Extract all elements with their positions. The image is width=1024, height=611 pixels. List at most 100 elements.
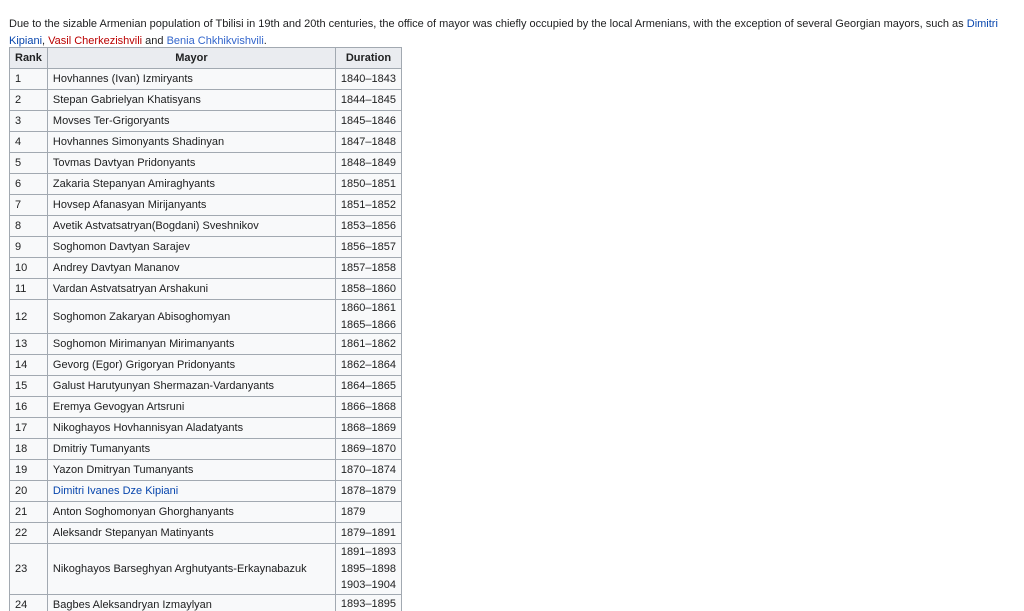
table-row: 4 Hovhannes Simonyants Shadinyan 1847–1848: [9, 131, 402, 153]
mayor-cell: Bagbes Aleksandryan Izmaylyan: [46, 593, 336, 611]
intro-period: .: [263, 34, 267, 47]
rank-cell: 15: [9, 375, 48, 397]
duration-cell: 1893–1895: [334, 593, 402, 611]
table-row: 21 Anton Soghomonyan Ghorghanyants 1879: [9, 501, 402, 523]
table-row: 14 Gevorg (Egor) Grigoryan Pridonyants 186…: [9, 354, 402, 376]
mayor-cell: Soghomon Zakaryan Abisoghomyan: [46, 299, 336, 334]
duration-period: 1879: [340, 505, 366, 518]
header-duration: Duration: [334, 47, 402, 69]
table-row: 13 Soghomon Mirimanyan Mirimanyants 1861–1…: [9, 333, 402, 355]
rank-cell: 24: [9, 593, 48, 611]
duration-period: 1858–1860: [340, 282, 396, 295]
table-row: 19 Yazon Dmitryan Tumanyants 1870–1874: [9, 459, 402, 481]
table-row: 1 Hovhannes (Ivan) Izmiryants 1840–1843: [9, 68, 402, 90]
duration-period: 1851–1852: [340, 198, 396, 211]
mayor-cell: Dmitriy Tumanyants: [46, 438, 336, 460]
duration-period: 1869–1870: [340, 442, 396, 455]
duration-cell: 1864–1865: [334, 375, 402, 397]
table-row: 10 Andrey Davtyan Mananov 1857–1858: [9, 257, 402, 279]
duration-period: 1866–1868: [340, 400, 396, 413]
mayor-link[interactable]: Dimitri Ivanes Dze Kipiani: [53, 485, 178, 497]
table-row: 7 Hovsep Afanasyan Mirijanyants 1851–1852: [9, 194, 402, 216]
mayor-cell: Hovsep Afanasyan Mirijanyants: [46, 194, 336, 216]
duration-cell: 1879: [334, 501, 402, 523]
duration-cell: 1853–1856: [334, 215, 402, 237]
duration-period: 1853–1856: [340, 219, 396, 232]
duration-cell: 1850–1851: [334, 173, 402, 195]
duration-cell: 1870–1874: [334, 459, 402, 481]
rank-cell: 7: [9, 194, 48, 216]
rank-cell: 6: [9, 173, 48, 195]
table-row: 16 Eremya Gevogyan Artsruni 1866–1868: [9, 396, 402, 418]
mayor-cell: Nikoghayos Hovhannisyan Aladatyants: [46, 417, 336, 439]
mayors-table: Rank Mayor Duration 1 Hovhannes (Ivan) Iz…: [9, 47, 402, 611]
rank-cell: 22: [9, 522, 48, 544]
mayor-cell: Stepan Gabrielyan Khatisyans: [46, 89, 336, 111]
rank-cell: 14: [9, 354, 48, 376]
duration-cell: 1866–1868: [334, 396, 402, 418]
mayor-cell: Eremya Gevogyan Artsruni: [46, 396, 336, 418]
duration-period: 1893–1895: [340, 598, 396, 611]
rank-cell: 11: [9, 278, 48, 300]
link-benia-chkhikvishvili[interactable]: Benia Chkhikvishvili: [167, 35, 264, 47]
mayor-cell: Hovhannes Simonyants Shadinyan: [46, 131, 336, 153]
mayor-cell: Anton Soghomonyan Ghorghanyants: [46, 501, 336, 523]
duration-period: 1879–1891: [340, 526, 396, 539]
table-row: 15 Galust Harutyunyan Shermazan-Vardanyan…: [9, 375, 402, 397]
mayor-cell: Gevorg (Egor) Grigoryan Pridonyants: [46, 354, 336, 376]
intro-paragraph: Due to the sizable Armenian population o…: [9, 16, 1014, 49]
duration-cell: 1869–1870: [334, 438, 402, 460]
duration-cell: 1891–1893 1895–1898 1903–1904: [334, 543, 402, 595]
duration-cell: 1858–1860: [334, 278, 402, 300]
table-row: 5 Tovmas Davtyan Pridonyants 1848–1849: [9, 152, 402, 174]
rank-cell: 9: [9, 236, 48, 258]
mayor-cell: Dimitri Ivanes Dze Kipiani: [46, 480, 336, 502]
rank-cell: 8: [9, 215, 48, 237]
rank-cell: 1: [9, 68, 48, 90]
table-row: 2 Stepan Gabrielyan Khatisyans 1844–1845: [9, 89, 402, 111]
duration-period: 1878–1879: [340, 484, 396, 497]
article-page: Due to the sizable Armenian population o…: [0, 0, 1024, 611]
mayor-cell: Galust Harutyunyan Shermazan-Vardanyants: [46, 375, 336, 397]
table-row: 17 Nikoghayos Hovhannisyan Aladatyants 186…: [9, 417, 402, 439]
intro-separator: and: [142, 34, 167, 47]
duration-cell: 1878–1879: [334, 480, 402, 502]
duration-cell: 1862–1864: [334, 354, 402, 376]
duration-cell: 1856–1857: [334, 236, 402, 258]
mayor-cell: Nikoghayos Barseghyan Arghutyants-Erkayn…: [46, 543, 336, 595]
table-row: 3 Movses Ter-Grigoryants 1845–1846: [9, 110, 402, 132]
rank-cell: 17: [9, 417, 48, 439]
duration-cell: 1848–1849: [334, 152, 402, 174]
duration-period: 1847–1848: [340, 135, 396, 148]
mayor-cell: Avetik Astvatsatryan(Bogdani) Sveshnikov: [46, 215, 336, 237]
rank-cell: 21: [9, 501, 48, 523]
duration-cell: 1861–1862: [334, 333, 402, 355]
mayor-cell: Zakaria Stepanyan Amiraghyants: [46, 173, 336, 195]
mayor-cell: Vardan Astvatsatryan Arshakuni: [46, 278, 336, 300]
table-header-row: Rank Mayor Duration: [9, 47, 402, 69]
rank-cell: 13: [9, 333, 48, 355]
duration-period: 1845–1846: [340, 114, 396, 127]
duration-period: 1850–1851: [340, 177, 396, 190]
mayor-cell: Soghomon Davtyan Sarajev: [46, 236, 336, 258]
mayor-cell: Movses Ter-Grigoryants: [46, 110, 336, 132]
duration-period: 1861–1862: [340, 337, 396, 350]
intro-text: Due to the sizable Armenian population o…: [9, 18, 967, 30]
duration-period: 1895–1898: [340, 562, 396, 575]
duration-cell: 1844–1845: [334, 89, 402, 111]
rank-cell: 23: [9, 543, 48, 595]
link-vasil-cherkezishvili[interactable]: Vasil Cherkezishvili: [48, 35, 142, 47]
duration-period: 1857–1858: [340, 261, 396, 274]
table-row: 22 Aleksandr Stepanyan Matinyants 1879–189…: [9, 522, 402, 544]
duration-period: 1864–1865: [340, 379, 396, 392]
duration-cell: 1868–1869: [334, 417, 402, 439]
header-rank: Rank: [9, 47, 48, 69]
duration-cell: 1847–1848: [334, 131, 402, 153]
duration-cell: 1851–1852: [334, 194, 402, 216]
table-row: 6 Zakaria Stepanyan Amiraghyants 1850–1851: [9, 173, 402, 195]
table-row: 8 Avetik Astvatsatryan(Bogdani) Sveshniko…: [9, 215, 402, 237]
mayor-cell: Hovhannes (Ivan) Izmiryants: [46, 68, 336, 90]
duration-period: 1868–1869: [340, 421, 396, 434]
mayor-cell: Aleksandr Stepanyan Matinyants: [46, 522, 336, 544]
duration-period: 1891–1893: [340, 546, 396, 558]
